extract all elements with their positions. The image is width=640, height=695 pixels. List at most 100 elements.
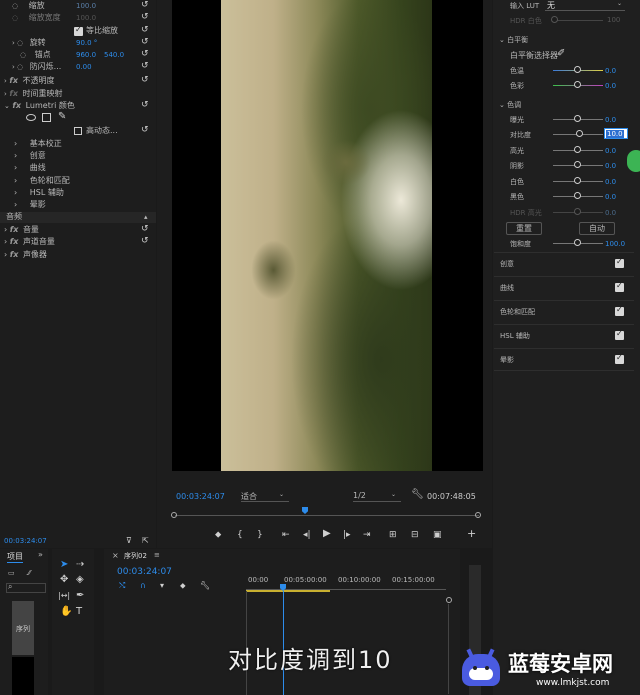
temperature-value[interactable]: 0.0 [605,67,616,75]
section-hsl-checkbox[interactable] [615,329,624,340]
marker-icon[interactable]: ⬥ [215,530,221,540]
volume-row[interactable]: › fx 音量 [4,224,39,236]
tint-knob[interactable] [574,81,581,88]
project-search-input[interactable]: ⌕ [6,582,46,593]
hsl-row[interactable]: › HSL 辅助 [14,187,64,199]
mark-out-icon[interactable]: } [257,530,263,540]
step-forward-icon[interactable]: |▸ [343,530,351,540]
hdr-checkbox[interactable] [74,127,82,135]
bin-icon[interactable]: .⁄⁄ [26,569,31,577]
wheels-row[interactable]: › 色轮和匹配 [14,175,70,187]
add-marker-icon[interactable]: ▾ [160,581,164,591]
sequence-thumbnail-2[interactable] [12,657,34,695]
play-icon[interactable]: ▶ [323,529,331,539]
input-lut-dropdown[interactable]: 无 ⌄ [545,0,625,11]
selection-tool-icon[interactable]: ➤ [60,560,68,570]
blacks-value[interactable]: 0.0 [605,193,616,201]
reset-button[interactable]: 重置 [506,222,542,235]
project-tab[interactable]: 项目 [7,551,23,563]
eyedropper-icon[interactable]: ✐ [557,49,565,59]
tone-header[interactable]: ⌄ 色调 [499,100,521,110]
extract-icon[interactable]: ⊟ [411,530,419,540]
hand-tool-icon[interactable]: ✋ [60,607,72,617]
export-icon[interactable]: ⇱ [142,536,149,546]
razor-icon[interactable]: ◈ [76,575,84,585]
tint-value[interactable]: 0.0 [605,82,616,90]
vertical-scrollbar[interactable] [448,604,449,694]
sequence-tab[interactable]: 序列02 [124,551,147,561]
video-frame[interactable] [172,0,483,471]
section-wheels[interactable]: 色轮和匹配 [494,300,634,323]
section-curves-checkbox[interactable] [615,281,624,292]
reset-icon[interactable]: ↺ [141,225,150,234]
more-icon[interactable]: » [38,550,43,559]
reset-icon[interactable]: ↺ [141,237,150,246]
shadows-value[interactable]: 0.0 [605,162,616,170]
snap-icon[interactable]: ⤭ [119,581,125,591]
filter-icon[interactable]: ⊽ [126,536,132,546]
saturation-knob[interactable] [574,239,581,246]
export-frame-icon[interactable]: ▣ [433,530,442,540]
ellipse-mask-icon[interactable] [26,114,36,121]
add-button-icon[interactable]: + [467,528,476,539]
contrast-knob[interactable] [576,130,583,137]
step-back-icon[interactable]: ◂| [303,530,311,540]
reset-icon[interactable]: ↺ [141,62,150,71]
type-tool-icon[interactable]: T [76,607,82,617]
vignette-row[interactable]: › 晕影 [14,199,46,211]
channel-volume-row[interactable]: › fx 声道音量 [4,236,55,248]
highlights-value[interactable]: 0.0 [605,147,616,155]
ripple-edit-icon[interactable]: ✥ [60,575,68,585]
scroll-handle[interactable] [446,597,452,603]
wrench-icon[interactable]: 🔧︎ [200,581,210,591]
time-remap-row[interactable]: › fx 时间重映射 [4,88,63,100]
reset-icon[interactable]: ↺ [141,76,150,85]
blacks-knob[interactable] [574,192,581,199]
saturation-value[interactable]: 100.0 [605,240,625,248]
reset-icon[interactable]: ↺ [141,1,150,10]
temperature-knob[interactable] [574,66,581,73]
contrast-input[interactable]: 10.0 [604,128,628,139]
curves-row[interactable]: › 曲线 [14,162,46,174]
reset-icon[interactable]: ↺ [141,38,150,47]
fit-dropdown[interactable]: 适合 ⌄ [241,489,289,502]
track-select-icon[interactable]: ⇢ [76,560,84,570]
mark-in-icon[interactable]: { [237,530,243,540]
basic-correction-row[interactable]: › 基本校正 [14,138,62,150]
reset-icon[interactable]: ↺ [141,13,150,22]
slip-tool-icon[interactable]: |↔| [58,591,70,601]
playhead-marker[interactable] [302,507,308,514]
collapse-icon[interactable]: ▴ [144,213,148,221]
reset-icon[interactable]: ↺ [141,101,150,110]
uniform-scale-checkbox[interactable] [74,25,83,36]
marker-icon[interactable]: ⬥ [180,581,186,591]
scale-value[interactable]: 100.0 [76,2,96,10]
section-wheels-checkbox[interactable] [615,305,624,316]
creative-row[interactable]: › 创意 [14,150,46,162]
sequence-thumbnail[interactable]: 序列 [12,601,34,655]
anchor-x-value[interactable]: 960.0 [76,51,96,59]
highlights-knob[interactable] [574,146,581,153]
rectangle-mask-icon[interactable] [42,113,51,122]
anchor-y-value[interactable]: 540.0 [104,51,124,59]
go-to-out-icon[interactable]: ⇥ [363,530,371,540]
panner-row[interactable]: › fx 声像器 [4,249,47,261]
work-area-bar[interactable] [246,590,330,592]
scrub-start-handle[interactable] [171,512,177,518]
opacity-row[interactable]: › fx 不透明度 [4,75,55,87]
floating-widget[interactable] [627,150,640,172]
section-creative-checkbox[interactable] [615,257,624,268]
wrench-icon[interactable]: 🔧︎ [411,490,424,500]
go-to-in-icon[interactable]: ⇤ [282,530,290,540]
scrub-bar[interactable] [175,515,479,516]
monitor-timecode[interactable]: 00:03:24:07 [176,492,225,501]
lift-icon[interactable]: ⊞ [389,530,397,540]
linked-selection-icon[interactable]: ∩ [140,581,146,591]
tab-menu-icon[interactable]: ≡ [154,551,160,559]
shadows-knob[interactable] [574,161,581,168]
antiflicker-value[interactable]: 0.00 [76,63,92,71]
reset-icon[interactable]: ↺ [141,126,150,135]
effects-timecode[interactable]: 00:03:24:07 [4,537,47,545]
exposure-knob[interactable] [574,115,581,122]
section-creative[interactable]: 创意 [494,252,634,275]
